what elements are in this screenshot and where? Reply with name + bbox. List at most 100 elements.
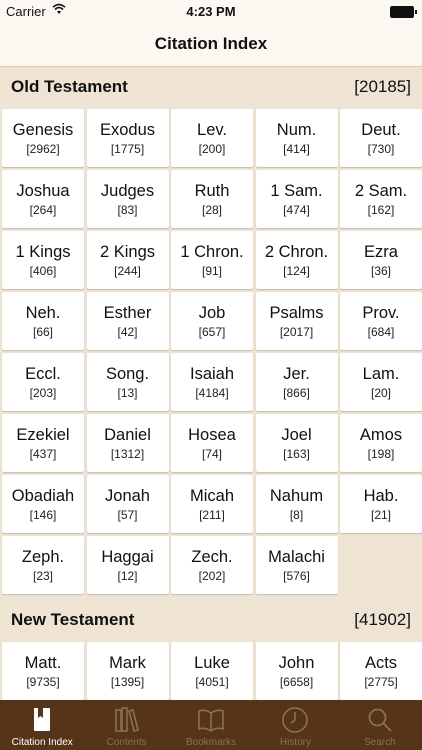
tab-label: Citation Index — [11, 737, 73, 748]
book-cell-exodus[interactable]: Exodus [1775] — [86, 109, 169, 167]
book-name: Daniel — [104, 425, 151, 444]
book-cell-1-chron[interactable]: 1 Chron. [91] — [171, 231, 253, 289]
book-cell-neh[interactable]: Neh. [66] — [2, 292, 84, 350]
book-cell-jonah[interactable]: Jonah [57] — [86, 475, 169, 533]
citation-count: [83] — [117, 202, 138, 217]
book-name: Ezekiel — [16, 425, 70, 444]
book-cell-john[interactable]: John [6658] — [255, 642, 338, 700]
book-name: Joshua — [16, 181, 70, 200]
citation-count: [21] — [370, 507, 391, 522]
book-name: Isaiah — [189, 364, 235, 383]
book-cell-isaiah[interactable]: Isaiah [4184] — [171, 353, 253, 411]
citation-count: [414] — [283, 141, 310, 156]
citation-count: [36] — [370, 263, 391, 278]
citation-count: [576] — [283, 568, 310, 583]
book-cell-ezra[interactable]: Ezra [36] — [340, 231, 422, 289]
citation-index-list[interactable]: Old Testament [20185] Genesis [2962] Exodu… — [0, 67, 422, 700]
book-name: Song. — [105, 364, 150, 383]
book-cell-deut[interactable]: Deut. [730] — [340, 109, 422, 167]
new-testament-grid: Matt. [9735] Mark [1395] Luke [4051] John [6658… — [0, 640, 422, 700]
book-cell-prov[interactable]: Prov. [684] — [340, 292, 422, 350]
tab-label: Bookmarks — [186, 737, 237, 748]
section-count: [41902] — [354, 610, 411, 629]
book-cell-daniel[interactable]: Daniel [1312] — [86, 414, 169, 472]
citation-count: [74] — [201, 446, 222, 461]
book-cell-luke[interactable]: Luke [4051] — [171, 642, 253, 700]
book-cell-zech[interactable]: Zech. [202] — [171, 536, 253, 594]
book-name: Exodus — [99, 120, 156, 139]
book-cell-ezekiel[interactable]: Ezekiel [437] — [2, 414, 84, 472]
open-book-icon — [198, 709, 224, 732]
book-cell-obadiah[interactable]: Obadiah [146] — [2, 475, 84, 533]
book-name: Zeph. — [21, 547, 65, 566]
book-name: Jonah — [105, 486, 150, 505]
book-cell-2-sam[interactable]: 2 Sam. [162] — [340, 170, 422, 228]
book-cell-2-kings[interactable]: 2 Kings [244] — [86, 231, 169, 289]
book-cell-joel[interactable]: Joel [163] — [255, 414, 338, 472]
book-name: Mark — [109, 653, 146, 672]
book-cell-1-kings[interactable]: 1 Kings [406] — [2, 231, 84, 289]
tab-citation-index[interactable]: Citation Index — [0, 700, 84, 750]
book-cell-eccl[interactable]: Eccl. [203] — [2, 353, 84, 411]
citation-count: [13] — [117, 385, 138, 400]
book-cell-malachi[interactable]: Malachi [576] — [255, 536, 338, 594]
book-cell-num[interactable]: Num. [414] — [255, 109, 338, 167]
book-cell-2-chron[interactable]: 2 Chron. [124] — [255, 231, 338, 289]
tab-contents[interactable]: Contents — [84, 700, 168, 750]
citation-count: [91] — [201, 263, 222, 278]
citation-count: [8] — [289, 507, 304, 522]
book-name: Ezra — [364, 242, 398, 261]
book-cell-acts[interactable]: Acts [2775] — [340, 642, 422, 700]
citation-count: [2962] — [26, 141, 60, 156]
book-cell-micah[interactable]: Micah [211] — [171, 475, 253, 533]
book-name: 2 Chron. — [264, 242, 329, 261]
citation-count: [1312] — [110, 446, 145, 461]
book-name: Malachi — [268, 547, 325, 566]
book-cell-song[interactable]: Song. [13] — [86, 353, 169, 411]
citation-count: [1775] — [110, 141, 145, 156]
book-cell-nahum[interactable]: Nahum [8] — [255, 475, 338, 533]
book-name: Psalms — [269, 303, 324, 322]
book-cell-lev[interactable]: Lev. [200] — [171, 109, 253, 167]
battery-icon — [390, 6, 417, 18]
book-name: Genesis — [12, 120, 74, 139]
book-cell-ruth[interactable]: Ruth [28] — [171, 170, 253, 228]
book-cell-hab[interactable]: Hab. [21] — [340, 475, 422, 533]
clock-time: 4:23 PM — [186, 4, 236, 19]
citation-count: [66] — [32, 324, 53, 339]
book-cell-zeph[interactable]: Zeph. [23] — [2, 536, 84, 594]
book-cell-mark[interactable]: Mark [1395] — [86, 642, 169, 700]
book-cell-joshua[interactable]: Joshua [264] — [2, 170, 84, 228]
book-name: Hab. — [363, 486, 399, 505]
book-cell-genesis[interactable]: Genesis [2962] — [2, 109, 84, 167]
book-cell-jer[interactable]: Jer. [866] — [255, 353, 338, 411]
book-cell-judges[interactable]: Judges [83] — [86, 170, 169, 228]
section-header-new-testament: New Testament [41902] — [0, 600, 422, 640]
book-name: Lam. — [362, 364, 400, 383]
citation-count: [684] — [367, 324, 395, 339]
tab-history[interactable]: History — [253, 700, 337, 750]
citation-count: [198] — [367, 446, 395, 461]
book-cell-1-sam[interactable]: 1 Sam. [474] — [255, 170, 338, 228]
tab-search[interactable]: Search — [338, 700, 422, 750]
citation-count: [866] — [283, 385, 310, 400]
citation-count: [2017] — [279, 324, 314, 339]
book-cell-haggai[interactable]: Haggai [12] — [86, 536, 169, 594]
book-cell-esther[interactable]: Esther [42] — [86, 292, 169, 350]
book-cell-matt[interactable]: Matt. [9735] — [2, 642, 84, 700]
library-books-icon — [114, 707, 139, 732]
book-cell-psalms[interactable]: Psalms [2017] — [255, 292, 338, 350]
book-name: Esther — [103, 303, 152, 322]
book-name: Jer. — [283, 364, 310, 383]
book-cell-hosea[interactable]: Hosea [74] — [171, 414, 253, 472]
book-cell-amos[interactable]: Amos [198] — [340, 414, 422, 472]
book-cell-lam[interactable]: Lam. [20] — [340, 353, 422, 411]
status-bar: Carrier 4:23 PM — [0, 0, 422, 22]
book-name: Hosea — [188, 425, 236, 444]
book-name: John — [278, 653, 315, 672]
tab-bookmarks[interactable]: Bookmarks — [169, 700, 253, 750]
book-name: Ruth — [194, 181, 230, 200]
citation-count: [406] — [29, 263, 57, 278]
citation-count: [9735] — [26, 674, 60, 689]
book-cell-job[interactable]: Job [657] — [171, 292, 253, 350]
